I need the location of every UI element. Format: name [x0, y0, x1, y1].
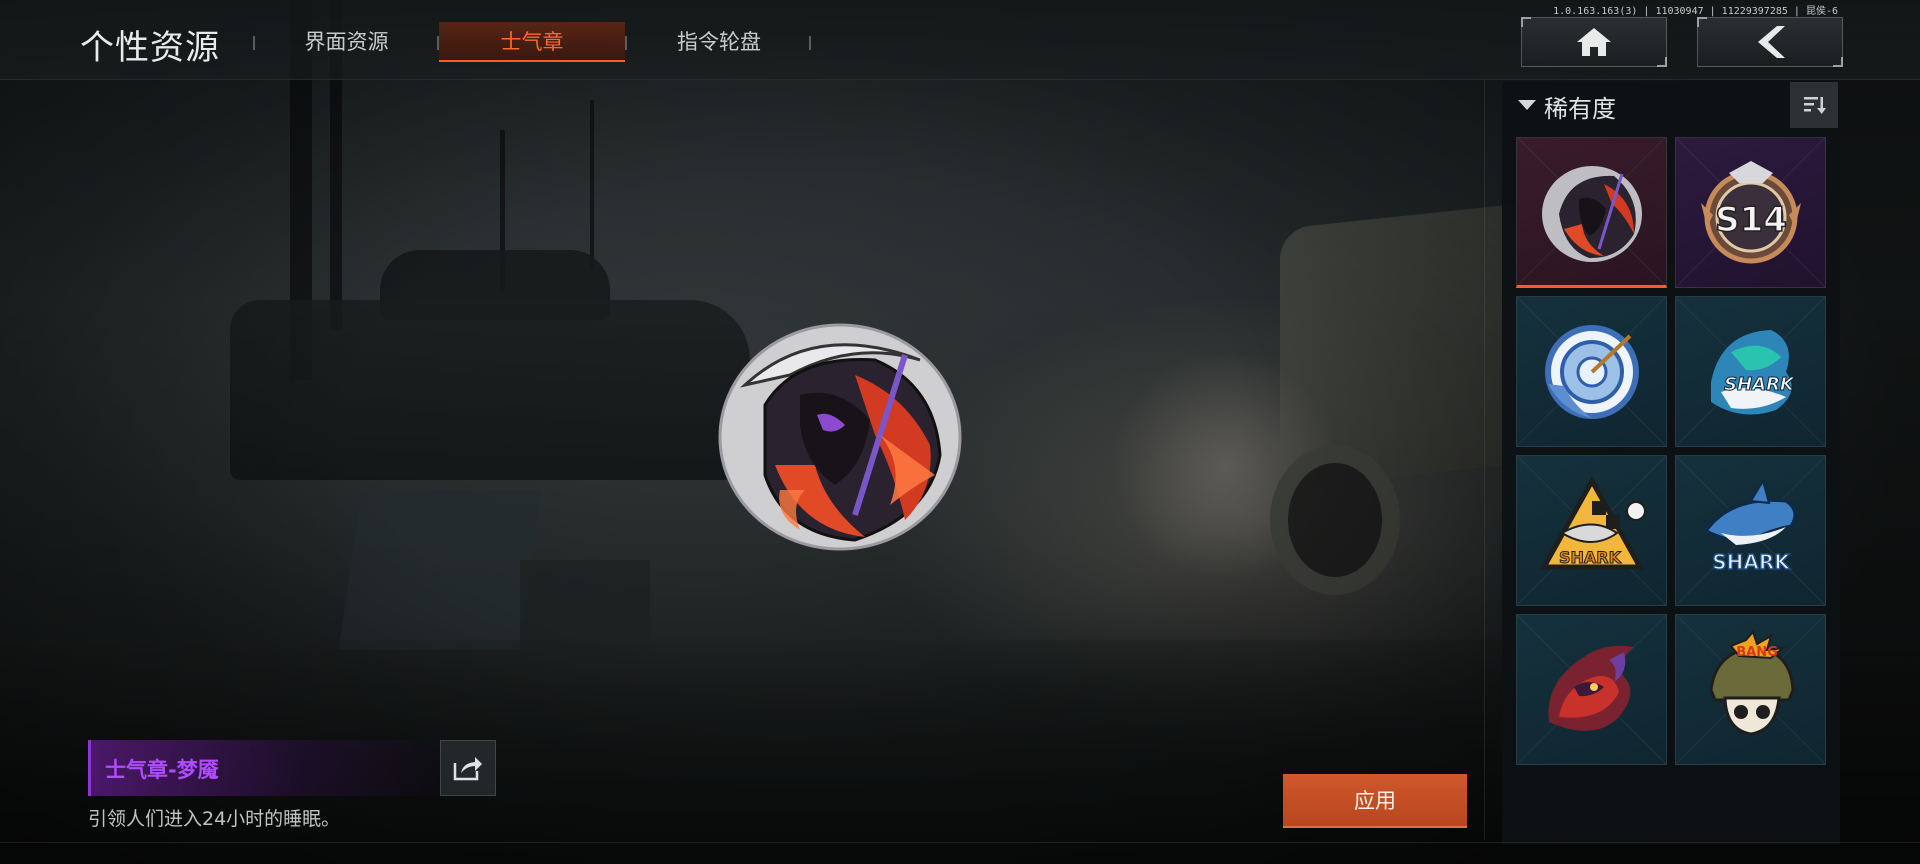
tab-interface-resources[interactable]: 界面资源 [280, 22, 413, 62]
item-name-bar: 士气章-梦魇 [88, 740, 440, 796]
flame-dragon-icon [1547, 645, 1634, 731]
target-clock-icon [1544, 324, 1639, 419]
badge-item-s14[interactable]: S14 [1675, 137, 1826, 288]
svg-text:SHARK: SHARK [1724, 374, 1796, 395]
bottom-divider [0, 842, 1920, 843]
badge-list-panel: 稀有度 S14 SHARK SHARK SHARK BANG [1502, 82, 1840, 844]
svg-text:S14: S14 [1715, 200, 1787, 240]
badge-item-shark-sign[interactable]: SHARK [1516, 455, 1667, 606]
page-title: 个性资源 [80, 28, 220, 68]
badge-item-target-clock[interactable] [1516, 296, 1667, 447]
svg-text:BANG: BANG [1736, 645, 1778, 660]
badge-preview-image [718, 323, 962, 551]
tab-morale-badge[interactable]: 士气章 [439, 22, 625, 62]
shark-wave-icon: SHARK [1710, 329, 1796, 414]
shark-warning-sign-icon: SHARK [1539, 475, 1646, 569]
badge-item-bang-helmet[interactable]: BANG [1675, 614, 1826, 765]
caret-down-icon [1518, 100, 1536, 110]
item-description: 引领人们进入24小时的睡眠。 [88, 808, 341, 830]
top-bar: 个性资源 界面资源 士气章 指令轮盘 1.0.163.163(3) | 1103… [0, 0, 1920, 80]
badge-item-shark-wave[interactable]: SHARK [1675, 296, 1826, 447]
chevron-left-icon [1758, 26, 1785, 58]
tab-command-wheel[interactable]: 指令轮盘 [650, 22, 788, 62]
item-name: 士气章-梦魇 [105, 758, 219, 782]
sort-header[interactable]: 稀有度 [1502, 82, 1840, 128]
bang-helmet-skull-icon: BANG [1708, 629, 1795, 736]
share-icon [453, 757, 482, 781]
share-button[interactable] [440, 740, 496, 796]
svg-text:SHARK: SHARK [1712, 550, 1791, 574]
tab-separator [253, 36, 255, 50]
badge-item-shark-leaping[interactable]: SHARK [1675, 455, 1826, 606]
panel-divider [1484, 80, 1485, 840]
sort-order-button[interactable] [1790, 82, 1838, 128]
sort-label: 稀有度 [1544, 95, 1616, 123]
svg-text:SHARK: SHARK [1558, 548, 1621, 567]
badge-item-flame-dragon[interactable] [1516, 614, 1667, 765]
reaper-badge-icon [1541, 165, 1642, 262]
apply-button[interactable]: 应用 [1283, 774, 1467, 828]
tab-separator [625, 36, 627, 50]
home-icon [1577, 28, 1611, 56]
back-button[interactable] [1697, 17, 1843, 67]
home-button[interactable] [1521, 17, 1667, 67]
version-info: 1.0.163.163(3) | 11030947 | 11229397285 … [1553, 6, 1838, 17]
sort-icon [1804, 97, 1826, 114]
shark-leaping-icon: SHARK [1703, 477, 1796, 574]
tab-separator [809, 36, 811, 50]
badge-item-reaper[interactable] [1516, 137, 1667, 288]
s14-emblem-icon: S14 [1700, 160, 1801, 263]
